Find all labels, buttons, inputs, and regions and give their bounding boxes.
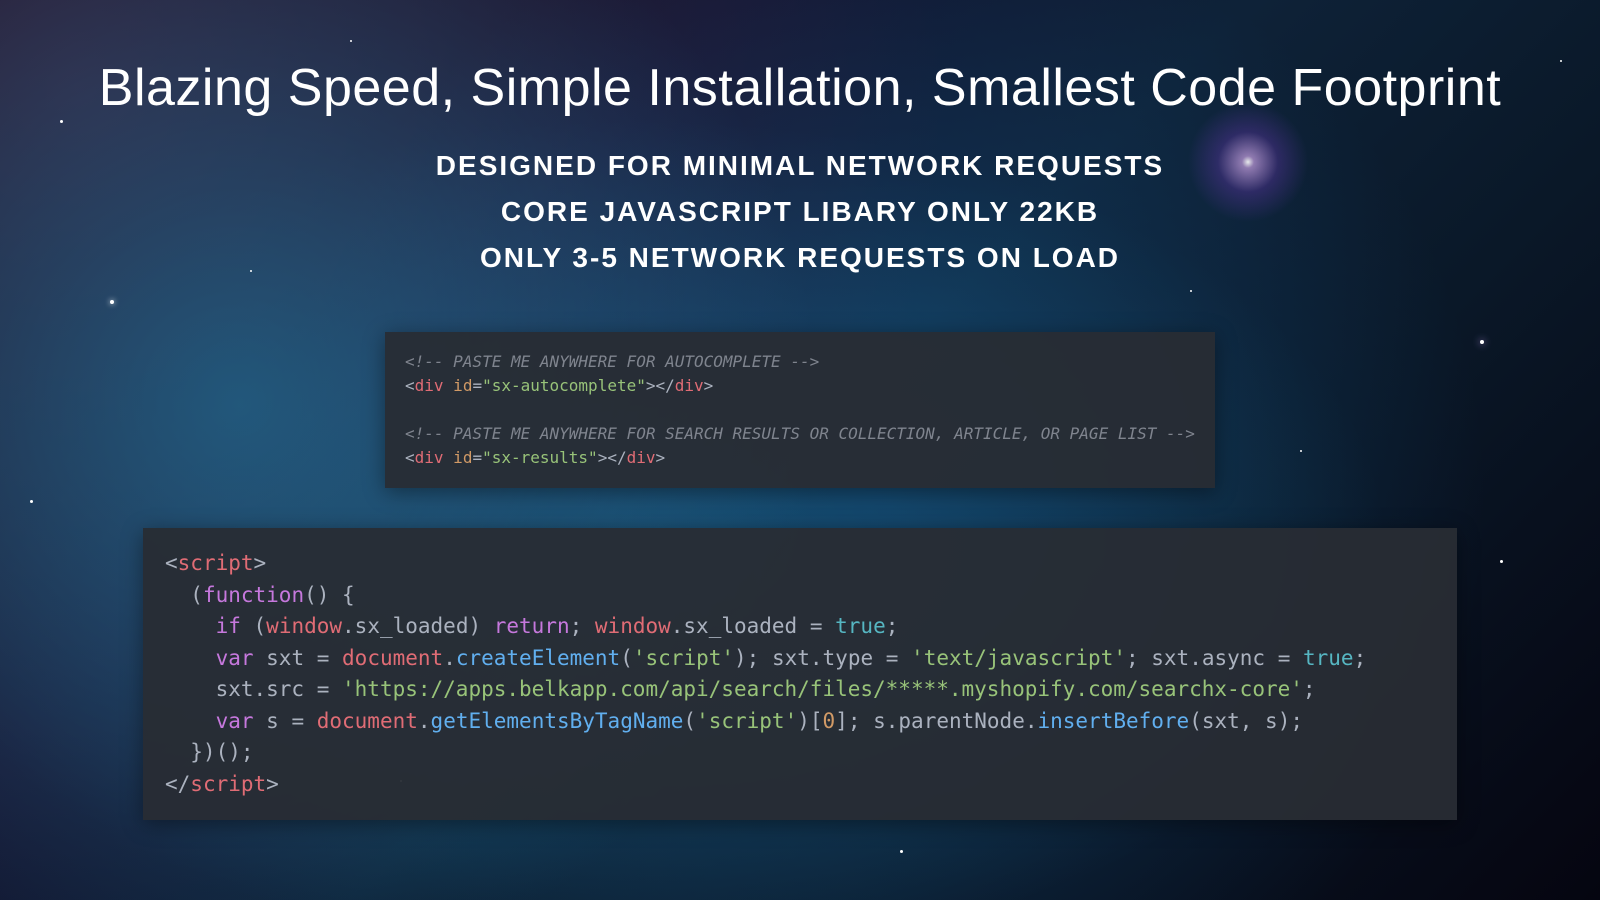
script-snippet: <script> (function() { if (window.sx_loa… — [165, 548, 1435, 800]
html-snippet: <!-- PASTE ME ANYWHERE FOR AUTOCOMPLETE … — [405, 350, 1195, 470]
script-snippet-box: <script> (function() { if (window.sx_loa… — [143, 528, 1457, 820]
html-snippet-box: <!-- PASTE ME ANYWHERE FOR AUTOCOMPLETE … — [385, 332, 1215, 488]
slide-title: Blazing Speed, Simple Installation, Smal… — [0, 58, 1600, 118]
subtitle-3: ONLY 3-5 NETWORK REQUESTS ON LOAD — [0, 242, 1600, 274]
subtitle-2: CORE JAVASCRIPT LIBARY ONLY 22KB — [0, 196, 1600, 228]
subtitle-1: DESIGNED FOR MINIMAL NETWORK REQUESTS — [0, 150, 1600, 182]
